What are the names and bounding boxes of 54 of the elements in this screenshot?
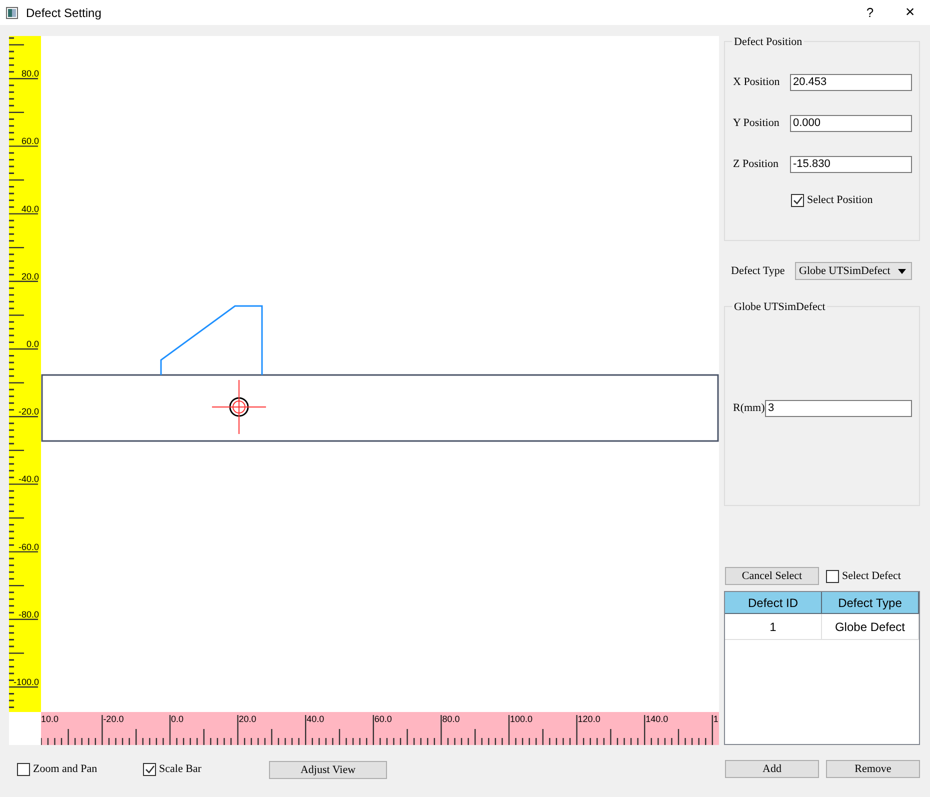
- defect-marker[interactable]: [212, 380, 266, 434]
- dropdown-arrow-icon: [898, 268, 906, 274]
- cancel-select-button[interactable]: Cancel Select: [725, 567, 819, 585]
- checkbox-label: Select Position: [807, 193, 873, 208]
- checkbox[interactable]: [17, 763, 30, 776]
- close-button[interactable]: ×: [900, 0, 920, 24]
- ruler-label: -40.0: [18, 474, 39, 484]
- field-label: Z Position: [733, 157, 780, 172]
- column-header[interactable]: Defect Type: [822, 592, 919, 614]
- ruler-label: 80.0: [442, 714, 460, 724]
- input-field[interactable]: 3: [765, 400, 912, 417]
- app-icon: [6, 6, 18, 18]
- checkbox[interactable]: [791, 194, 804, 207]
- add-button[interactable]: Add: [725, 760, 819, 778]
- checkbox[interactable]: [826, 570, 839, 582]
- ruler-label: 40.0: [21, 204, 39, 214]
- ruler-label: -100.0: [13, 677, 39, 687]
- field-label: R(mm): [733, 401, 765, 416]
- input-field[interactable]: 20.453: [790, 74, 912, 91]
- ruler-label: 100.0: [510, 714, 533, 724]
- column-header[interactable]: Defect ID: [725, 592, 822, 614]
- remove-button[interactable]: Remove: [826, 760, 920, 778]
- checkbox[interactable]: [143, 763, 156, 776]
- ruler-label: 120.0: [578, 714, 600, 724]
- field-label: Y Position: [733, 116, 780, 132]
- ruler-label: 140.0: [646, 714, 668, 724]
- ruler-label: 60.0: [21, 136, 39, 146]
- ruler-label: -80.0: [18, 609, 39, 620]
- table-cell: Globe Defect: [822, 614, 919, 640]
- checkbox-label: Select Defect: [842, 568, 901, 584]
- dropdown-value: Globe UTSimDefect: [799, 264, 892, 279]
- ruler-label: 0.0: [26, 339, 39, 349]
- help-button[interactable]: ?: [860, 2, 880, 22]
- ruler-label: 80.0: [21, 68, 39, 79]
- ruler-label: 40.0: [306, 714, 324, 724]
- ruler-label: -20.0: [18, 406, 39, 417]
- defect-type-dropdown[interactable]: Globe UTSimDefect: [795, 262, 912, 280]
- field-label: X Position: [733, 75, 781, 90]
- adjust-view-button[interactable]: Adjust View: [269, 760, 387, 778]
- checkbox-label: Scale Bar: [159, 762, 202, 778]
- checkbox-label: Zoom and Pan: [33, 762, 98, 778]
- window-title: Defect Setting: [26, 4, 102, 22]
- ruler-label: 20.0: [21, 271, 39, 282]
- input-field[interactable]: 0.000: [790, 115, 912, 132]
- table-cell: 1: [725, 614, 822, 640]
- ruler-label: 0.0: [171, 714, 184, 724]
- ruler-label: 1: [713, 714, 718, 724]
- ruler-label: 60.0: [374, 714, 392, 724]
- ruler-label: 20.0: [238, 714, 256, 724]
- ruler-label: -20.0: [103, 714, 124, 724]
- ruler-label: 10.0: [41, 714, 59, 724]
- ruler-label: -60.0: [18, 542, 39, 552]
- input-field[interactable]: -15.830: [790, 156, 912, 173]
- field-label: Defect Type: [731, 264, 786, 279]
